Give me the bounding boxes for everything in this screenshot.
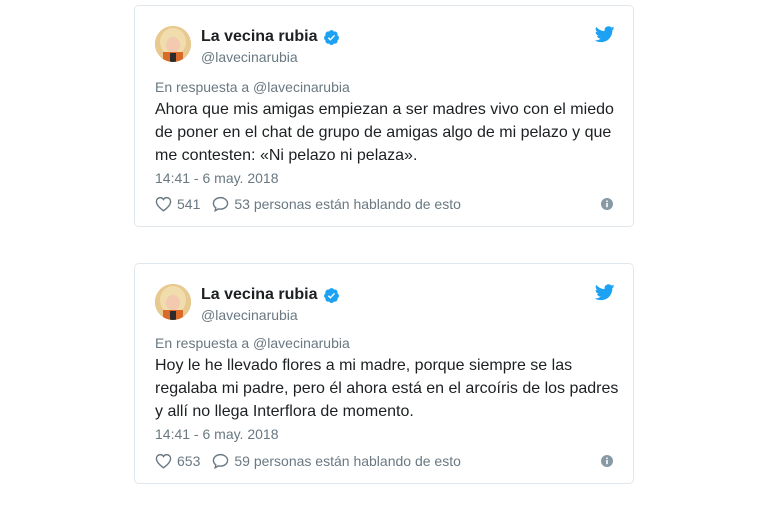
author-handle[interactable]: @lavecinarubia <box>201 307 298 323</box>
tweet-timestamp[interactable]: 14:41 - 6 may. 2018 <box>155 426 278 442</box>
avatar[interactable] <box>155 26 191 62</box>
embedded-tweet: La vecina rubia @lavecinarubia En respue… <box>134 5 634 227</box>
author-row: La vecina rubia <box>201 286 340 304</box>
embedded-tweet: La vecina rubia @lavecinarubia En respue… <box>134 263 634 484</box>
author-name[interactable]: La vecina rubia <box>201 28 318 46</box>
speech-bubble-icon[interactable] <box>212 196 229 212</box>
tweet-actions: 653 59 personas están hablando de esto <box>155 453 461 469</box>
speech-bubble-icon[interactable] <box>212 453 229 469</box>
tweet-text: Hoy le he llevado flores a mi madre, por… <box>155 357 619 420</box>
heart-icon[interactable] <box>155 196 172 212</box>
tweet-actions: 541 53 personas están hablando de esto <box>155 196 461 212</box>
heart-icon[interactable] <box>155 453 172 469</box>
twitter-bird-icon[interactable] <box>595 26 615 43</box>
info-icon[interactable] <box>601 198 613 210</box>
reply-context[interactable]: En respuesta a @lavecinarubia <box>155 335 350 351</box>
author-handle[interactable]: @lavecinarubia <box>201 49 298 65</box>
conversation-link[interactable]: 59 personas están hablando de esto <box>234 453 461 469</box>
like-count[interactable]: 541 <box>177 196 200 212</box>
tweet-timestamp[interactable]: 14:41 - 6 may. 2018 <box>155 170 278 186</box>
like-count[interactable]: 653 <box>177 453 200 469</box>
verified-badge-icon <box>323 29 339 45</box>
author-name[interactable]: La vecina rubia <box>201 286 318 304</box>
info-icon[interactable] <box>601 455 613 467</box>
twitter-bird-icon[interactable] <box>595 284 615 301</box>
tweet-text: Ahora que mis amigas empiezan a ser madr… <box>155 101 614 164</box>
reply-context[interactable]: En respuesta a @lavecinarubia <box>155 79 350 95</box>
conversation-link[interactable]: 53 personas están hablando de esto <box>234 196 461 212</box>
avatar[interactable] <box>155 284 191 320</box>
verified-badge-icon <box>323 287 339 303</box>
author-row: La vecina rubia <box>201 28 340 46</box>
